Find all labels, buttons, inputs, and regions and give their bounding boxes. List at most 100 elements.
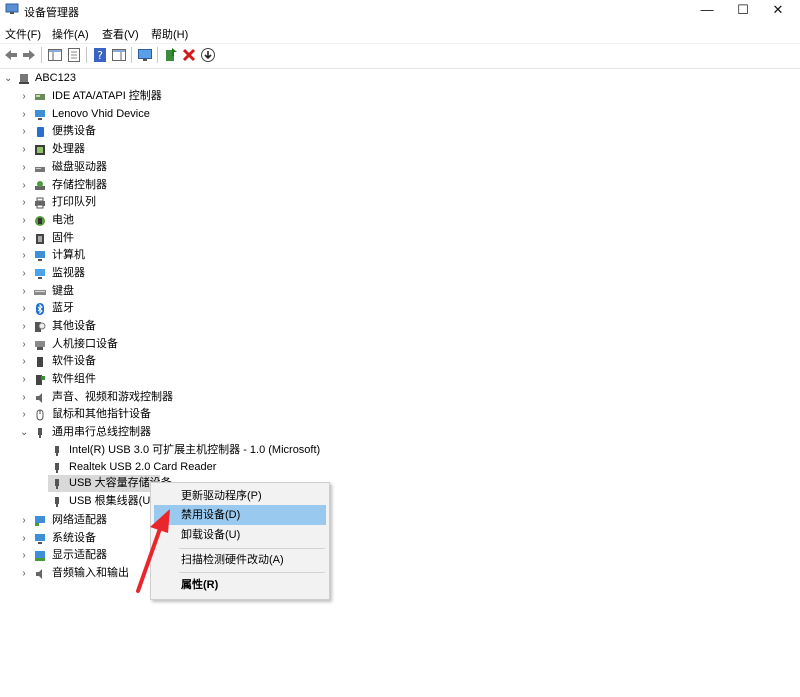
tree-item-storage[interactable]: › 存储控制器 (0, 177, 300, 194)
tree-item-disk[interactable]: › 磁盘驱动器 (0, 159, 300, 176)
chevron-right-icon[interactable]: › (20, 336, 28, 353)
tree-item-usb-controllers[interactable]: ⌄ 通用串行总线控制器 (0, 424, 300, 441)
computer-icon (19, 74, 29, 84)
unknown-device-icon (35, 322, 46, 332)
tree-item-print-queue[interactable]: › 打印队列 (0, 194, 300, 211)
svg-text:?: ? (97, 49, 103, 62)
menu-view[interactable]: 查看(V) (102, 26, 139, 42)
tree-item-bluetooth[interactable]: › 蓝牙 (0, 300, 300, 317)
tree-item-monitor[interactable]: › 监视器 (0, 265, 300, 282)
chevron-down-icon[interactable]: ⌄ (20, 424, 28, 441)
menu-action[interactable]: 操作(A) (52, 26, 89, 42)
uninstall-x-icon[interactable] (181, 47, 197, 63)
update-driver-icon[interactable] (163, 47, 179, 63)
menu-item-scan-hardware[interactable]: 扫描检测硬件改动(A) (154, 550, 326, 570)
category-label: IDE ATA/ATAPI 控制器 (52, 90, 162, 102)
chevron-right-icon[interactable]: › (20, 353, 28, 370)
tree-item-processor[interactable]: › 处理器 (0, 141, 300, 158)
annotation-arrow-icon (136, 509, 170, 593)
hid-icon (35, 341, 45, 350)
tree-item-software-components[interactable]: › 软件组件 (0, 371, 300, 388)
category-label: 声音、视频和游戏控制器 (52, 391, 173, 403)
tree-item-portable[interactable]: › 便携设备 (0, 123, 300, 140)
category-label: 音频输入和输出 (52, 567, 129, 579)
tree-item-keyboard[interactable]: › 键盘 (0, 283, 300, 300)
tree-item-ide[interactable]: › IDE ATA/ATAPI 控制器 (0, 88, 300, 105)
chevron-right-icon[interactable]: › (20, 230, 28, 247)
tree-item-usb-child[interactable]: Intel(R) USB 3.0 可扩展主机控制器 - 1.0 (Microso… (0, 442, 340, 459)
chevron-right-icon[interactable]: › (20, 283, 28, 300)
title-bar: 设备管理器 — ☐ ✕ (0, 0, 800, 22)
tree-item-lenovo-vhid[interactable]: › Lenovo Vhid Device (0, 106, 300, 123)
tree-item-other-devices[interactable]: › 其他设备 (0, 318, 300, 335)
tree-item-software-devices[interactable]: › 软件设备 (0, 353, 300, 370)
category-label: 打印队列 (52, 196, 96, 208)
menu-item-properties[interactable]: 属性(R) (154, 575, 326, 595)
forward-arrow-icon[interactable] (21, 47, 37, 63)
monitor-icon[interactable] (137, 47, 153, 63)
menu-help[interactable]: 帮助(H) (151, 26, 188, 42)
category-label: 系统设备 (52, 532, 96, 544)
tree-item-usb-child[interactable]: Realtek USB 2.0 Card Reader (0, 459, 340, 476)
chevron-right-icon[interactable]: › (20, 406, 28, 423)
category-label: 监视器 (52, 267, 85, 279)
tree-item-sound[interactable]: › 声音、视频和游戏控制器 (0, 389, 300, 406)
tree-item-battery[interactable]: › 电池 (0, 212, 300, 229)
category-label: 通用串行总线控制器 (52, 426, 151, 438)
chevron-down-icon[interactable]: ⌄ (4, 70, 12, 87)
tree-root[interactable]: ⌄ ABC123 (0, 70, 300, 87)
chevron-right-icon[interactable]: › (20, 159, 28, 176)
usb-child-label: Realtek USB 2.0 Card Reader (69, 461, 217, 473)
chevron-right-icon[interactable]: › (20, 300, 28, 317)
chevron-right-icon[interactable]: › (20, 565, 28, 582)
chevron-right-icon[interactable]: › (20, 265, 28, 282)
close-button[interactable]: ✕ (755, 0, 800, 20)
chevron-right-icon[interactable]: › (20, 123, 28, 140)
category-label: 磁盘驱动器 (52, 161, 107, 173)
keyboard-icon (34, 290, 46, 295)
menu-item-update-driver[interactable]: 更新驱动程序(P) (154, 486, 326, 506)
category-label: 存储控制器 (52, 179, 107, 191)
tree-item-computer[interactable]: › 计算机 (0, 247, 300, 264)
tree-item-hid[interactable]: › 人机接口设备 (0, 336, 300, 353)
show-hide-console-tree-icon[interactable] (47, 47, 63, 63)
chevron-right-icon[interactable]: › (20, 106, 28, 123)
tree-item-firmware[interactable]: › 固件 (0, 230, 300, 247)
menu-item-disable-device[interactable]: 禁用设备(D) (154, 505, 326, 525)
menu-item-uninstall-device[interactable]: 卸载设备(U) (154, 525, 326, 545)
chevron-right-icon[interactable]: › (20, 389, 28, 406)
category-label: 键盘 (52, 285, 74, 297)
chevron-right-icon[interactable]: › (20, 141, 28, 158)
properties-icon[interactable] (66, 47, 82, 63)
chevron-right-icon[interactable]: › (20, 547, 28, 564)
root-label: ABC123 (35, 72, 76, 84)
audio-icon (36, 569, 42, 579)
action-pane-icon[interactable] (111, 47, 127, 63)
category-label: Lenovo Vhid Device (52, 108, 150, 120)
tree-item-mouse[interactable]: › 鼠标和其他指针设备 (0, 406, 300, 423)
chevron-right-icon[interactable]: › (20, 530, 28, 547)
display-monitor-icon (35, 269, 45, 279)
help-icon[interactable]: ? (92, 47, 108, 63)
chevron-right-icon[interactable]: › (20, 212, 28, 229)
portable-device-icon (37, 127, 44, 137)
category-label: 其他设备 (52, 320, 96, 332)
printer-icon (35, 197, 45, 209)
chevron-right-icon[interactable]: › (20, 194, 28, 211)
category-label: 固件 (52, 232, 74, 244)
toolbar-separator (131, 47, 132, 63)
menu-file[interactable]: 文件(F) (5, 26, 41, 42)
back-arrow-icon[interactable] (3, 47, 19, 63)
chevron-right-icon[interactable]: › (20, 247, 28, 264)
scan-hardware-icon[interactable] (200, 47, 216, 63)
category-label: 显示适配器 (52, 549, 107, 561)
toolbar-separator (41, 47, 42, 63)
chevron-right-icon[interactable]: › (20, 371, 28, 388)
chevron-right-icon[interactable]: › (20, 318, 28, 335)
chevron-right-icon[interactable]: › (20, 177, 28, 194)
chevron-right-icon[interactable]: › (20, 512, 28, 529)
software-device-icon (37, 357, 43, 367)
category-label: 便携设备 (52, 125, 96, 137)
chevron-right-icon[interactable]: › (20, 88, 28, 105)
monitor-device-icon (35, 110, 45, 120)
